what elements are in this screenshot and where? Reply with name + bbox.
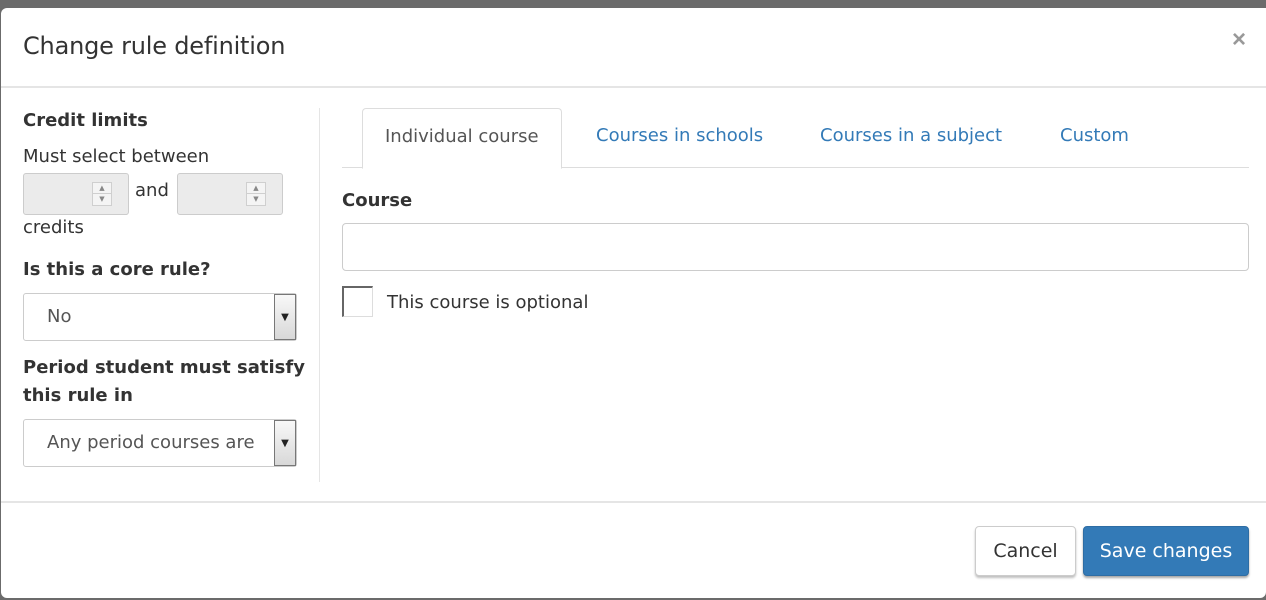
must-select-text: Must select between [23, 146, 210, 167]
period-label: Period student must satisfy [23, 357, 305, 378]
spinner-down-icon[interactable]: ▼ [247, 194, 265, 205]
spinner-up-icon[interactable]: ▲ [93, 183, 111, 194]
dialog-header: Change rule definition × [1, 8, 1266, 88]
tab-courses-in-schools[interactable]: Courses in schools [596, 108, 763, 168]
change-rule-dialog: Change rule definition × Credit limits M… [1, 8, 1266, 598]
cancel-button[interactable]: Cancel [975, 526, 1076, 576]
course-input[interactable] [342, 223, 1249, 271]
tab-individual-course[interactable]: Individual course [362, 108, 562, 169]
tab-custom[interactable]: Custom [1060, 108, 1129, 168]
core-rule-value: No [47, 306, 72, 327]
period-label-cont: this rule in [23, 385, 133, 406]
dialog-title: Change rule definition [23, 32, 286, 60]
course-label: Course [342, 190, 413, 211]
optional-checkbox-label[interactable]: This course is optional [387, 292, 588, 313]
dialog-footer: Cancel Save changes [1, 501, 1266, 598]
credit-limits-label: Credit limits [23, 110, 148, 131]
credits-text: credits [23, 217, 84, 238]
tab-courses-in-subject[interactable]: Courses in a subject [820, 108, 1002, 168]
chevron-down-icon[interactable]: ▼ [274, 420, 296, 466]
chevron-down-icon[interactable]: ▼ [274, 294, 296, 340]
period-select[interactable]: Any period courses are ▼ [23, 419, 297, 467]
spinner-up-icon[interactable]: ▲ [247, 183, 265, 194]
max-credits-input[interactable]: ▲ ▼ [177, 173, 283, 215]
rule-type-tabs: Individual course Courses in schools Cou… [342, 108, 1249, 169]
optional-checkbox[interactable] [342, 286, 373, 317]
close-icon[interactable]: × [1232, 28, 1246, 52]
and-text: and [135, 180, 169, 201]
max-credits-spinner[interactable]: ▲ ▼ [246, 182, 266, 206]
dialog-body: Credit limits Must select between ▲ ▼ an… [1, 88, 1266, 501]
save-changes-button[interactable]: Save changes [1083, 526, 1249, 576]
period-value: Any period courses are [47, 432, 254, 453]
core-rule-select[interactable]: No ▼ [23, 293, 297, 341]
rule-settings-panel: Credit limits Must select between ▲ ▼ an… [1, 108, 320, 482]
spinner-down-icon[interactable]: ▼ [93, 194, 111, 205]
core-rule-label: Is this a core rule? [23, 259, 211, 280]
min-credits-input[interactable]: ▲ ▼ [23, 173, 129, 215]
min-credits-spinner[interactable]: ▲ ▼ [92, 182, 112, 206]
